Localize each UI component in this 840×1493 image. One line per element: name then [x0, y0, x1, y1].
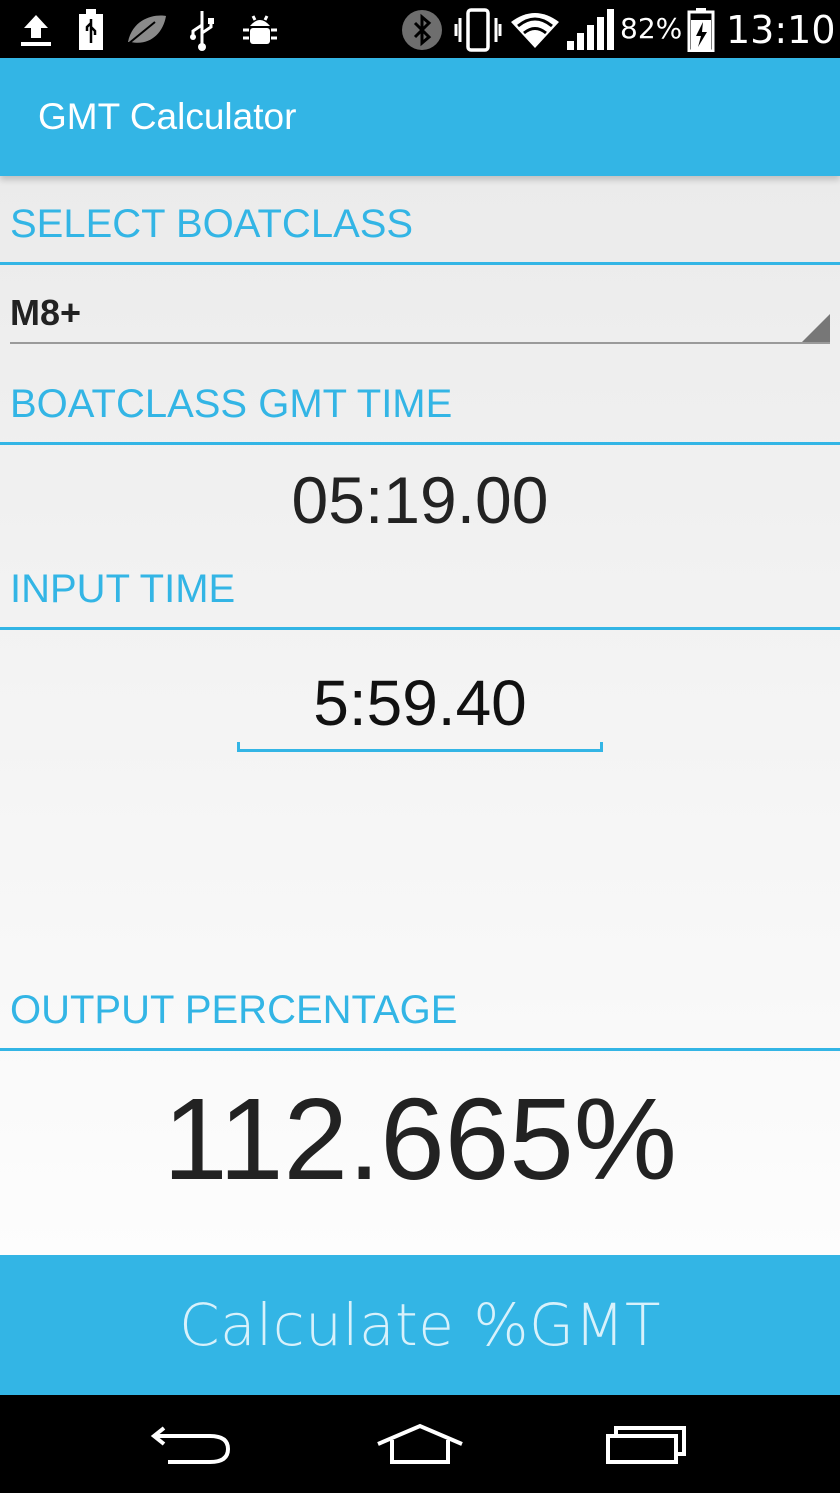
section-label: BOATCLASS GMT TIME	[10, 382, 453, 426]
output-percentage-value: 112.665%	[163, 1074, 677, 1204]
status-bar: 82% 13:10	[0, 0, 840, 58]
app-bar: GMT Calculator	[0, 58, 840, 176]
input-underline	[237, 749, 603, 752]
input-time-field-wrapper	[237, 660, 603, 752]
battery-charging-icon	[686, 8, 716, 52]
bluetooth-icon	[400, 8, 444, 52]
upload-icon	[16, 8, 56, 52]
section-divider	[0, 627, 840, 630]
home-icon	[377, 1423, 463, 1464]
input-time-field[interactable]	[237, 660, 603, 746]
navigation-bar	[0, 1395, 840, 1493]
vibrate-icon	[454, 8, 502, 52]
status-clock: 13:10	[726, 8, 836, 52]
usb-icon	[186, 8, 218, 52]
calculate-gmt-button[interactable]: Calculate %GMT	[0, 1255, 840, 1395]
input-underline-right-tick	[600, 742, 603, 752]
main-content: SELECT BOATCLASS M8+ BOATCLASS GMT TIME …	[0, 176, 840, 1255]
wifi-icon	[508, 8, 562, 52]
section-label: SELECT BOATCLASS	[10, 202, 414, 246]
android-debug-icon	[238, 8, 282, 52]
boatclass-selected-value: M8+	[10, 292, 82, 333]
sd-card-usb-icon	[76, 8, 106, 52]
home-button[interactable]	[350, 1395, 490, 1493]
section-label: OUTPUT PERCENTAGE	[10, 988, 458, 1032]
spinner-underline	[10, 342, 830, 344]
recent-apps-icon	[606, 1426, 686, 1464]
section-divider	[0, 262, 840, 265]
signal-icon	[564, 8, 616, 52]
back-icon	[150, 1426, 231, 1464]
gmt-time-value: 05:19.00	[291, 463, 549, 537]
calculate-button-label: Calculate %GMT	[179, 1291, 661, 1359]
dropdown-arrow-icon	[802, 314, 830, 342]
section-label: INPUT TIME	[10, 567, 236, 611]
app-title: GMT Calculator	[38, 96, 297, 137]
section-divider	[0, 442, 840, 445]
boatclass-spinner[interactable]: M8+	[10, 284, 830, 346]
back-button[interactable]	[122, 1395, 262, 1493]
recent-apps-button[interactable]	[576, 1395, 716, 1493]
leaf-icon	[124, 8, 170, 52]
battery-percent: 82%	[620, 12, 683, 45]
section-divider	[0, 1048, 840, 1051]
input-underline-left-tick	[237, 742, 240, 752]
